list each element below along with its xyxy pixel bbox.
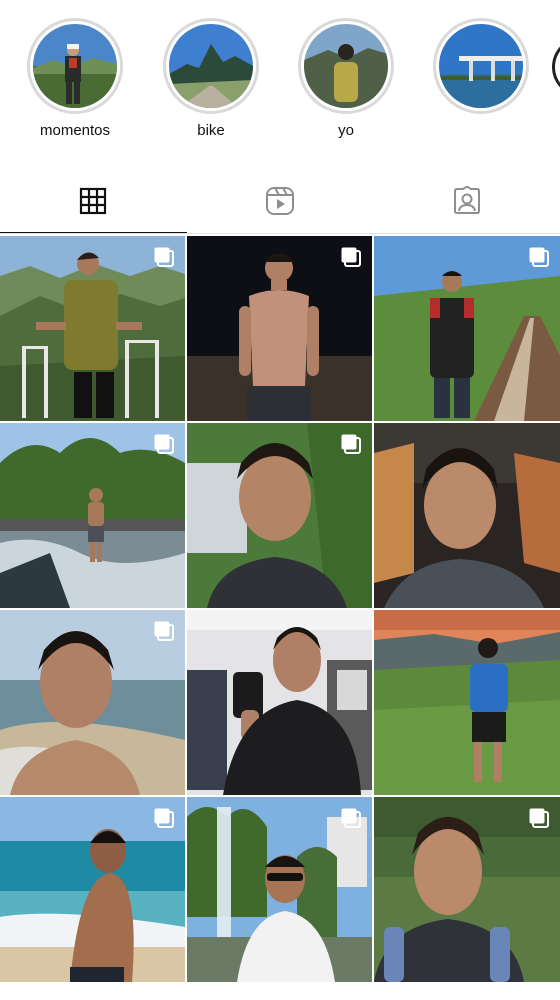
- highlight-bridge[interactable]: [426, 18, 536, 122]
- tab-divider: [0, 233, 560, 234]
- highlight-cover: [439, 24, 523, 108]
- highlight-ring: [163, 18, 259, 114]
- post-tile[interactable]: [374, 236, 560, 421]
- post-tile[interactable]: [187, 423, 372, 608]
- post-tile[interactable]: [374, 423, 560, 608]
- post-tile[interactable]: [0, 797, 185, 982]
- profile-tabs: [0, 168, 560, 234]
- grid-icon: [80, 187, 107, 215]
- new-highlight-button[interactable]: [552, 37, 560, 97]
- highlight-cover: [169, 24, 253, 108]
- story-highlights: momentos bike yo: [0, 0, 560, 160]
- multiple-photos-icon: [529, 808, 549, 828]
- multiple-photos-icon: [154, 621, 174, 641]
- post-tile[interactable]: [0, 610, 185, 795]
- post-tile[interactable]: [187, 797, 372, 982]
- reels-icon: [266, 187, 294, 215]
- multiple-photos-icon: [154, 808, 174, 828]
- multiple-photos-icon: [154, 247, 174, 267]
- highlight-ring: [298, 18, 394, 114]
- multiple-photos-icon: [529, 247, 549, 267]
- post-tile[interactable]: [374, 610, 560, 795]
- multiple-photos-icon: [341, 808, 361, 828]
- tab-posts-grid[interactable]: [0, 168, 187, 234]
- multiple-photos-icon: [341, 434, 361, 454]
- post-tile[interactable]: [187, 236, 372, 421]
- post-tile[interactable]: [0, 423, 185, 608]
- post-tile[interactable]: [187, 610, 372, 795]
- post-tile[interactable]: [374, 797, 560, 982]
- highlight-bike[interactable]: bike: [156, 18, 266, 139]
- posts-grid: [0, 236, 560, 982]
- highlight-cover: [33, 24, 117, 108]
- tagged-person-icon: [453, 186, 480, 214]
- multiple-photos-icon: [154, 434, 174, 454]
- highlight-label: yo: [338, 122, 354, 139]
- highlight-cover: [304, 24, 388, 108]
- multiple-photos-icon: [341, 247, 361, 267]
- highlight-yo[interactable]: yo: [291, 18, 401, 139]
- tab-reels[interactable]: [187, 168, 374, 234]
- highlight-momentos[interactable]: momentos: [20, 18, 130, 139]
- highlight-ring: [27, 18, 123, 114]
- highlight-label: bike: [197, 122, 225, 139]
- post-tile[interactable]: [0, 236, 185, 421]
- highlight-label: momentos: [39, 122, 111, 139]
- tab-tagged[interactable]: [373, 168, 560, 234]
- highlight-ring: [433, 18, 529, 114]
